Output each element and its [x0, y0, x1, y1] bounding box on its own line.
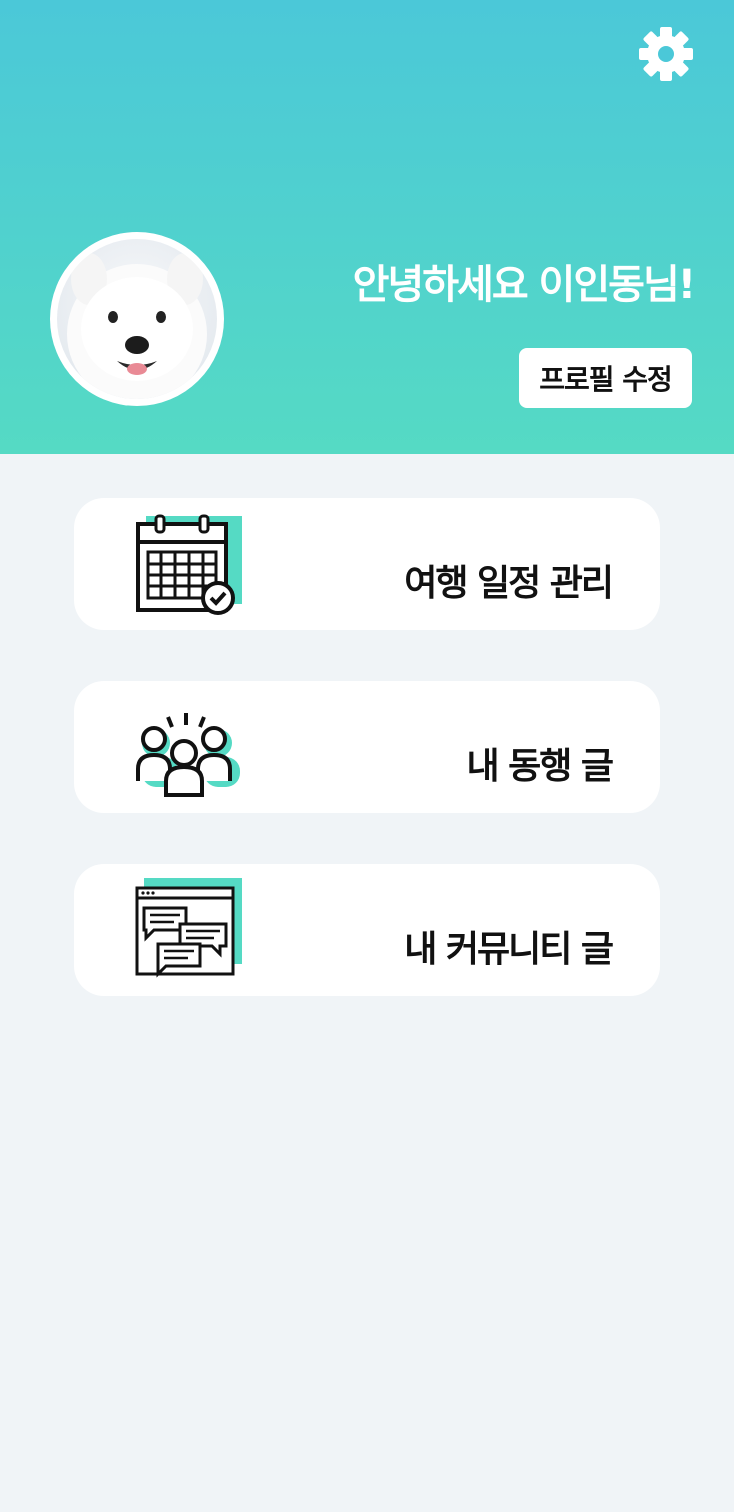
avatar	[50, 232, 224, 406]
gear-icon	[639, 27, 693, 81]
dog-photo	[67, 253, 207, 399]
menu-card-community[interactable]: 내 커뮤니티 글	[74, 864, 660, 996]
menu-label-schedule: 여행 일정 관리	[404, 563, 614, 604]
menu-label-companion: 내 동행 글	[466, 746, 614, 787]
chat-window-icon	[135, 878, 242, 978]
menu-card-schedule[interactable]: 여행 일정 관리	[74, 498, 660, 630]
greeting-text: 안녕하세요 이인동님!	[352, 262, 696, 308]
edit-profile-button[interactable]: 프로필 수정	[519, 348, 692, 408]
profile-header: 안녕하세요 이인동님! 프로필 수정	[0, 0, 734, 454]
calendar-check-icon	[136, 514, 242, 615]
menu-card-companion[interactable]: 내 동행 글	[74, 681, 660, 813]
avatar-photo	[57, 239, 217, 399]
settings-button[interactable]	[638, 26, 694, 82]
menu-label-community: 내 커뮤니티 글	[404, 929, 614, 970]
group-people-icon	[136, 713, 240, 797]
